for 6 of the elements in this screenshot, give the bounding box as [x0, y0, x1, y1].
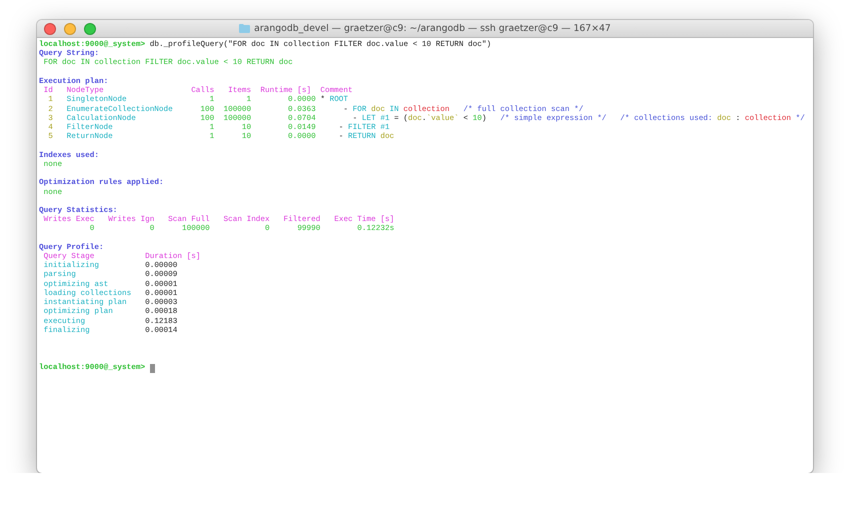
window-title: arangodb_devel — graetzer@c9: ~/arangodb — ssh graetzer@c9 — 167×47	[254, 23, 611, 34]
close-button[interactable]	[44, 22, 56, 34]
folder-icon	[239, 24, 250, 33]
text-cursor	[150, 364, 155, 373]
zoom-button[interactable]	[84, 22, 96, 34]
minimize-button[interactable]	[64, 22, 76, 34]
